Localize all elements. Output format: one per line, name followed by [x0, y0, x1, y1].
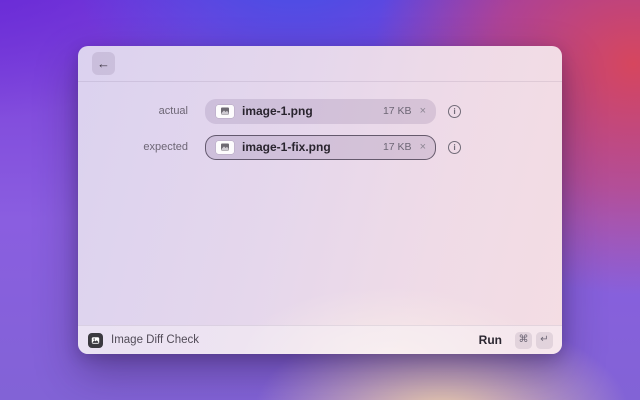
form-body: actual image-1.png 17 KB × i expected im…	[78, 82, 562, 325]
file-size: 17 KB	[382, 141, 412, 153]
file-name: image-1.png	[242, 104, 313, 118]
expected-label: expected	[143, 141, 188, 153]
actual-label: actual	[158, 105, 188, 117]
file-thumbnail-icon	[216, 140, 234, 154]
file-thumbnail-icon	[216, 104, 234, 118]
actual-file-picker[interactable]: image-1.png 17 KB ×	[205, 98, 436, 124]
form-row-actual: actual image-1.png 17 KB × i	[78, 98, 562, 124]
remove-file-icon[interactable]: ×	[420, 105, 426, 117]
return-key-icon: ↵	[536, 331, 553, 349]
extension-image-icon	[88, 332, 103, 348]
form-row-expected: expected image-1-fix.png 17 KB × i	[78, 134, 562, 160]
info-icon[interactable]: i	[448, 140, 461, 154]
app-window: ← actual image-1.png 17 KB × i expected …	[78, 46, 562, 354]
desktop-background: { "window": { "header": { "back_icon": "…	[0, 0, 640, 400]
command-key-icon: ⌘	[515, 331, 532, 349]
file-name: image-1-fix.png	[242, 140, 331, 154]
file-size: 17 KB	[382, 105, 412, 117]
action-bar: Image Diff Check Run ⌘ ↵	[78, 325, 562, 354]
back-button[interactable]: ←	[92, 52, 115, 75]
run-button[interactable]: Run	[479, 333, 502, 347]
expected-file-picker[interactable]: image-1-fix.png 17 KB ×	[205, 134, 436, 160]
info-icon[interactable]: i	[448, 104, 461, 118]
back-arrow-icon: ←	[97, 56, 110, 71]
remove-file-icon[interactable]: ×	[420, 141, 426, 153]
command-title: Image Diff Check	[111, 334, 199, 346]
window-header: ←	[78, 46, 562, 82]
